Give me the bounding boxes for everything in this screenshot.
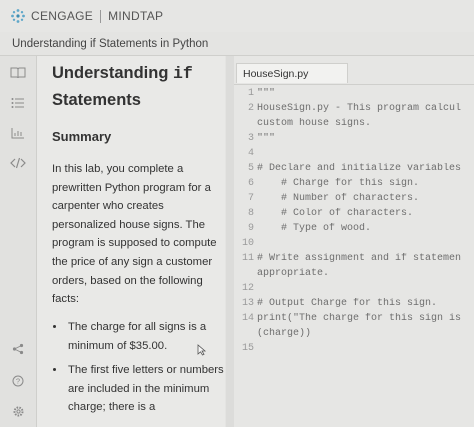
title-suffix: Statements [52, 91, 141, 109]
chart-icon[interactable] [10, 126, 26, 140]
course-title: Understanding if Statements in Python [12, 38, 209, 50]
code-line[interactable]: custom house signs. [234, 118, 474, 133]
brand[interactable]: CENGAGE MINDTAP [10, 8, 163, 24]
line-number: 11 [241, 253, 254, 264]
line-number: 13 [241, 298, 254, 309]
book-icon[interactable] [10, 66, 26, 80]
code-line[interactable]: 5 # Declare and initialize variables [234, 163, 474, 178]
summary-heading: Summary [52, 129, 112, 144]
instructions-panel: Understanding if Statements Summary In th… [37, 56, 225, 427]
code-text: # Write assignment and if statemen [257, 253, 462, 264]
line-number: 4 [247, 148, 254, 159]
code-text: HouseSign.py - This program calcul [257, 103, 462, 114]
code-line[interactable]: 3 """ [234, 133, 474, 148]
page-title: Understanding if Statements [52, 60, 222, 113]
code-line[interactable]: (charge)) [234, 328, 474, 343]
product-name: MINDTAP [108, 9, 164, 23]
help-icon[interactable]: ? [10, 374, 26, 388]
facts-list: The charge for all signs is a minimum of… [52, 318, 236, 423]
code-text: appropriate. [257, 268, 330, 279]
title-prefix: Understanding [52, 64, 174, 82]
code-text: print("The charge for this sign is [257, 313, 462, 324]
line-number: 5 [247, 163, 254, 174]
line-number: 8 [247, 208, 254, 219]
code-text: """ [257, 133, 276, 144]
code-text: # Charge for this sign. [257, 178, 420, 189]
code-line[interactable]: 1 """ [234, 88, 474, 103]
top-bar: CENGAGE MINDTAP [0, 0, 474, 32]
code-line[interactable]: 11 # Write assignment and if statemen [234, 253, 474, 268]
line-number: 1 [247, 88, 254, 99]
code-line[interactable]: 4 [234, 148, 474, 163]
code-line[interactable]: 6 # Charge for this sign. [234, 178, 474, 193]
code-line[interactable]: 8 # Color of characters. [234, 208, 474, 223]
line-number: 7 [247, 193, 254, 204]
line-number: 2 [247, 103, 254, 114]
code-line[interactable]: 15 [234, 343, 474, 358]
settings-icon[interactable] [10, 404, 26, 418]
list-item: The charge for all signs is a minimum of… [66, 318, 236, 355]
code-line[interactable]: 12 [234, 283, 474, 298]
code-text: (charge)) [257, 328, 312, 339]
code-text: # Output Charge for this sign. [257, 298, 438, 309]
code-line[interactable]: 14 print("The charge for this sign is [234, 313, 474, 328]
code-text: # Color of characters. [257, 208, 414, 219]
line-number: 9 [247, 223, 254, 234]
line-number: 14 [241, 313, 254, 324]
file-tab[interactable]: HouseSign.py [236, 63, 348, 83]
svg-text:?: ? [16, 377, 20, 386]
left-rail: ? [0, 56, 37, 427]
line-number: 3 [247, 133, 254, 144]
code-editor[interactable]: HouseSign.py 1 """ 2 HouseSign.py - This pr… [234, 56, 474, 427]
code-text: # Type of wood. [257, 223, 372, 234]
line-number: 15 [241, 343, 254, 354]
line-number: 12 [241, 283, 254, 294]
code-icon[interactable] [10, 156, 26, 170]
code-text: # Declare and initialize variables [257, 163, 462, 174]
line-number: 10 [241, 238, 254, 249]
code-line[interactable]: 13 # Output Charge for this sign. [234, 298, 474, 313]
list-icon[interactable] [10, 96, 26, 110]
code-line[interactable]: 10 [234, 238, 474, 253]
cengage-logo-icon [11, 9, 25, 23]
brand-name: CENGAGE [31, 9, 94, 23]
list-item: The first five letters or numbers are in… [66, 361, 236, 417]
brand-separator [100, 9, 102, 23]
mouse-cursor-icon [197, 344, 207, 356]
code-text: # Number of characters. [257, 193, 420, 204]
code-line[interactable]: appropriate. [234, 268, 474, 283]
code-line[interactable]: 9 # Type of wood. [234, 223, 474, 238]
code-text: custom house signs. [257, 118, 372, 129]
share-icon[interactable] [10, 342, 26, 356]
code-line[interactable]: 7 # Number of characters. [234, 193, 474, 208]
tab-divider [234, 84, 474, 85]
summary-intro: In this lab, you complete a prewritten P… [52, 163, 217, 306]
title-code: if [173, 64, 193, 83]
code-text: """ [257, 88, 276, 99]
panel-resize-handle[interactable] [226, 56, 234, 427]
code-line[interactable]: 2 HouseSign.py - This program calcul [234, 103, 474, 118]
line-number: 6 [247, 178, 254, 189]
